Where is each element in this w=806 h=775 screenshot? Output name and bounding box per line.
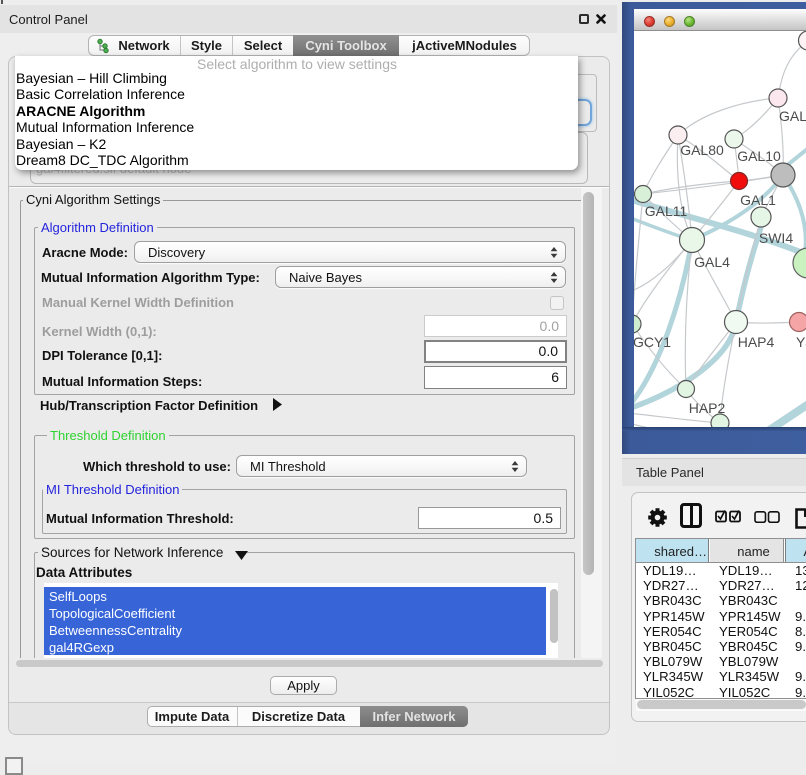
svg-text:HAP2: HAP2 [689,400,726,416]
svg-text:GAL10: GAL10 [737,148,781,164]
svg-text:GAL1: GAL1 [740,192,776,208]
svg-text:SWI4: SWI4 [759,230,793,246]
svg-text:GAL4: GAL4 [694,254,730,270]
svg-text:GCY1: GCY1 [634,334,671,350]
svg-text:GAL7: GAL7 [779,108,806,124]
svg-text:YJL: YJL [796,334,806,350]
svg-text:GAL80: GAL80 [680,142,724,158]
svg-text:HAP4: HAP4 [738,334,775,350]
svg-text:GAL11: GAL11 [645,203,688,219]
